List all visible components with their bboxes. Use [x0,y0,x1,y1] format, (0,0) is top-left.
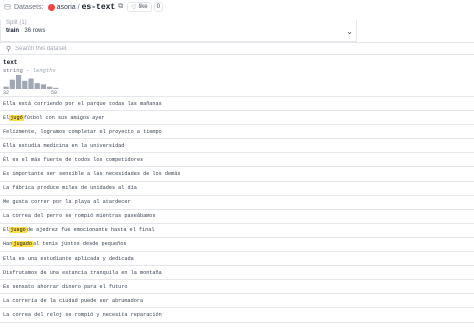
histogram-bar[interactable] [28,78,34,90]
datasets-breadcrumb[interactable]: Datasets: [14,4,44,11]
length-histogram [3,75,59,89]
cell-text: Es sensato ahorrar dinero para el futuro [3,283,128,290]
column-meta-separator: · [26,67,30,74]
cell-text: La correa del perro se rompió mientras p… [3,213,156,220]
cell-text: Felizmente, logramos completar el proyec… [3,128,162,135]
search-input[interactable] [15,45,216,52]
cell-text: Me gusta correr por la playa al atardece… [3,199,131,206]
table-row[interactable]: Me gusta correr por la playa al atardece… [0,196,474,210]
split-value: train · 36 rows [6,28,45,34]
cell-text: La fábrica produce miles de unidades al … [3,185,137,192]
owner-link[interactable]: asoria [57,4,76,11]
dataset-name-link[interactable]: es-text [82,3,116,12]
table-row[interactable]: Han jugado al tenis juntos desde pequeño… [0,238,474,253]
search-highlight: juego [9,227,27,234]
table-row[interactable]: El jugó fútbol con sus amigos ayer [0,111,474,126]
search-highlight: jugó [9,114,24,121]
breadcrumb-separator: / [77,3,80,11]
table-row[interactable]: Felizmente, logramos completar el proyec… [0,125,474,140]
like-count[interactable]: 0 [153,2,163,12]
table-row[interactable]: La correría de la ciudad puede ser abrum… [0,294,474,309]
search-highlight: jugado [12,241,34,248]
histogram-bar[interactable] [53,87,59,89]
histogram-bar[interactable] [22,80,28,89]
cell-text: La correa del reloj se rompió y necesita… [3,311,162,318]
table-row[interactable]: Es sensato ahorrar dinero para el futuro [0,280,474,295]
histogram-bar[interactable] [9,79,15,89]
histogram-bar[interactable] [15,75,22,89]
column-name: text [3,59,18,66]
table-row[interactable]: Ella está corriendo por el parque todas … [0,97,474,112]
table-row[interactable]: Ella es una estudiante aplicada y dedica… [0,252,474,267]
column-meta: string · lengths [3,67,56,74]
search-icon: ⚲ [6,45,12,53]
cell-text: Ella es una estudiante aplicada y dedica… [3,255,134,262]
table-row[interactable]: Es importante ser sensible a las necesid… [0,167,474,182]
database-icon [4,4,11,10]
table-row[interactable]: La correa del perro se rompió mientras p… [0,210,474,224]
column-dtype: string [3,67,23,74]
header-bar: Datasets: asoria / es-text ⧉ ♡ like 0 [0,0,474,14]
table-row[interactable]: La fábrica produce miles de unidades al … [0,182,474,196]
table-row[interactable]: Él es el más fuerte de todos los competi… [0,153,474,168]
like-label: like [138,4,148,10]
split-selector[interactable]: Split (1) train · 36 rows ⌄ [0,20,357,42]
chevron-down-icon[interactable]: ⌄ [346,27,353,36]
table-row[interactable]: La correa del reloj se rompió y necesita… [0,308,474,323]
table-row[interactable]: Ella estudia medicina en la universidad [0,139,474,154]
cell-text: Él es el más fuerte de todos los competi… [3,156,144,163]
histogram-bar[interactable] [3,86,9,89]
split-separator: · [20,28,23,34]
cell-text: Disfrutamos de una estancia tranquila en… [3,269,162,276]
owner-avatar [47,3,55,11]
split-rows: 36 rows [24,28,46,34]
cell-text: de ajedrez fue emocionante hasta el fina… [26,227,155,234]
histogram-bar[interactable] [34,83,40,89]
data-table: Ella está corriendo por el parque todas … [0,97,474,323]
table-row[interactable]: Disfrutamos de una estancia tranquila en… [0,266,474,281]
column-kind: lengths [32,67,56,74]
column-header: text string · lengths 32 59 [0,56,474,97]
cell-text: al tenis juntos desde pequeños [33,241,127,248]
split-label: Split (1) [6,20,27,26]
cell-text: Han [3,241,13,248]
histogram-bar[interactable] [40,84,47,89]
like-button[interactable]: ♡ like [127,2,152,12]
cell-text: Ella está corriendo por el parque todas … [3,100,162,107]
table-row[interactable]: El juego de ajedrez fue emocionante hast… [0,224,474,238]
split-name: train [6,28,20,34]
histogram-min-label: 32 [3,90,10,96]
copy-icon[interactable]: ⧉ [118,3,123,11]
cell-text: Ella estudia medicina en la universidad [3,142,125,149]
histogram-max-label: 59 [51,90,58,96]
cell-text: fútbol con sus amigos ayer [23,114,105,121]
cell-text: Es importante ser sensible a las necesid… [3,171,181,178]
cell-text: La correría de la ciudad puede ser abrum… [3,297,144,304]
histogram-bar[interactable] [47,86,53,89]
heart-icon: ♡ [131,4,137,11]
search-bar: ⚲ [0,42,474,55]
